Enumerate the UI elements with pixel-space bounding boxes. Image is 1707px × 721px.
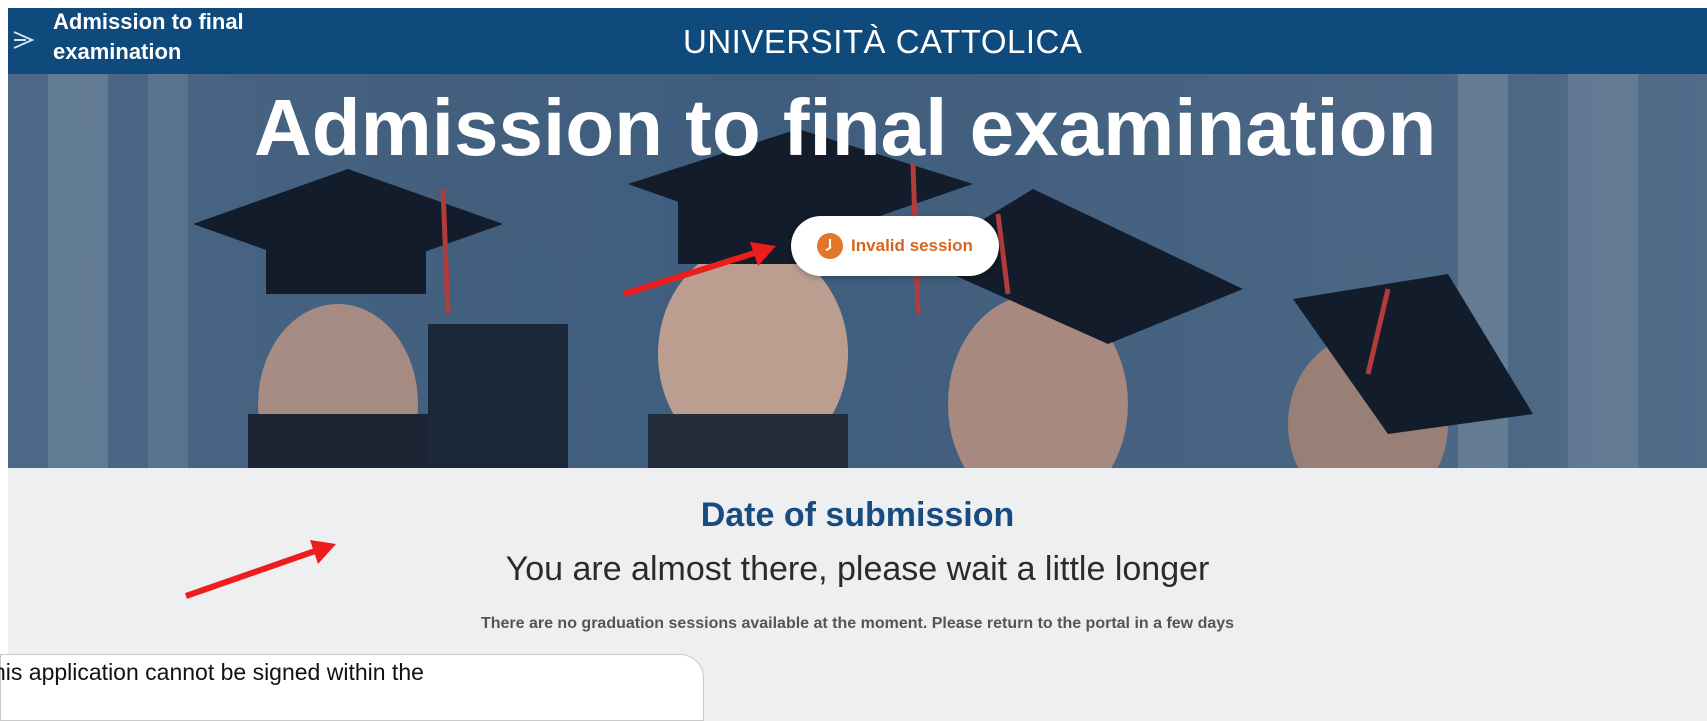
graduation-cap-icon[interactable] bbox=[8, 26, 38, 56]
bottom-tooltip-text: his application cannot be signed within … bbox=[0, 659, 424, 685]
brand-logo-text: UNIVERSITÀ CATTOLICA bbox=[683, 23, 1083, 60]
header-title-line2: examination bbox=[53, 39, 182, 64]
status-badge-invalid-session[interactable]: Invalid session bbox=[791, 216, 999, 276]
status-badge-label: Invalid session bbox=[851, 236, 973, 255]
section-note: There are no graduation sessions availab… bbox=[480, 615, 1235, 632]
clock-icon bbox=[817, 233, 844, 259]
section-title: Date of submission bbox=[700, 496, 1015, 534]
header-bar: Admission to final examination UNIVERSIT… bbox=[8, 8, 1707, 74]
header-title-line1: Admission to final bbox=[53, 9, 244, 34]
hero-title: Admission to final examination bbox=[254, 83, 1437, 172]
bottom-tooltip: his application cannot be signed within … bbox=[0, 654, 704, 721]
header-title: Admission to final examination bbox=[53, 7, 333, 67]
section-subtitle: You are almost there, please wait a litt… bbox=[505, 550, 1210, 588]
hero-banner: Admission to final examination Invalid s… bbox=[8, 74, 1707, 468]
